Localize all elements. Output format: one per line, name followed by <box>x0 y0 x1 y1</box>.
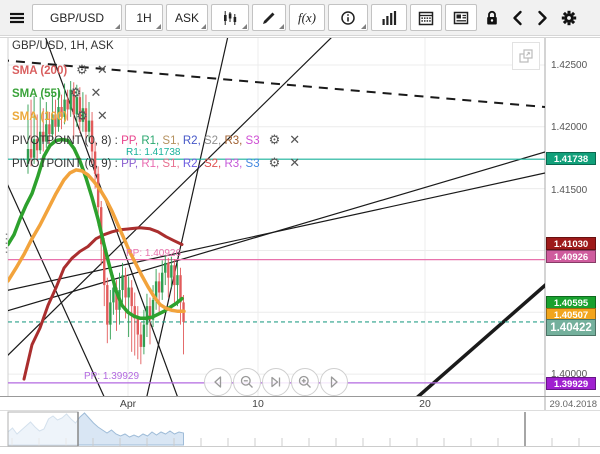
pan-right-button[interactable] <box>320 368 348 396</box>
pivot-token-s2: S2, <box>203 158 225 170</box>
pivot-token-r1: R1, <box>141 135 163 147</box>
chart-title: GBP/USD, 1H, ASK <box>12 40 114 52</box>
legend-indicator-row: SMA (100) ⚙ ✕ <box>12 108 108 124</box>
zoom-in-icon <box>298 375 311 388</box>
indicator-label: SMA (200) <box>12 65 68 77</box>
price-badge: 1.41030 <box>546 237 596 250</box>
price-badge: 1.41738 <box>546 152 596 165</box>
indicator-settings-icon[interactable]: ⚙ <box>76 108 88 123</box>
pivot-settings-icon[interactable]: ⚙ <box>269 155 281 170</box>
pivot-token-s3: S3 <box>245 158 260 170</box>
pivot-token-s2: S2, <box>203 135 225 147</box>
legend-indicator-row: SMA (55) ⚙ ✕ <box>12 85 101 101</box>
indicator-remove-icon[interactable]: ✕ <box>97 62 108 77</box>
pivot-token-pp: PP, <box>121 158 142 170</box>
trading-chart-app: GBP/USD 1H ASK f(x) GBP/USD, 1H, ASK SMA (2… <box>0 0 600 454</box>
navigator-masked-region <box>7 411 79 447</box>
pivot-token-pp: PP, <box>121 135 142 147</box>
pan-left-icon <box>214 376 222 388</box>
x-axis-label: 10 <box>252 398 264 410</box>
pivot-level-lines <box>8 158 545 384</box>
x-axis-label: Apr <box>119 398 137 410</box>
legend-pivot-row: PIVOTPOINT (0, 8) : PP, R1, S1, R2, S2, … <box>12 132 300 148</box>
indicator-remove-icon[interactable]: ✕ <box>97 108 108 123</box>
zoom-out-icon <box>240 375 253 388</box>
pivot-token-s1: S1, <box>162 135 183 147</box>
indicator-settings-icon[interactable]: ⚙ <box>70 85 82 100</box>
pivot-token-r2: R2, <box>182 158 204 170</box>
price-badge: 1.40926 <box>546 250 596 263</box>
pan-right-icon <box>330 376 338 388</box>
indicator-label: SMA (55) <box>12 88 61 100</box>
pivot-token-r3: R3, <box>224 158 246 170</box>
axis-date-label: 29.04.2018 <box>549 399 597 410</box>
pivot-line-label: PP: 1.40926 <box>126 247 182 259</box>
legend-pivot-row: PIVOTPOINT (0, 9) : PP, R1, S1, R2, S2, … <box>12 155 300 171</box>
popout-button[interactable] <box>512 42 540 70</box>
price-axis-label: 1.41500 <box>551 185 588 196</box>
price-axis-label: 1.42000 <box>551 122 588 133</box>
zoom-in-button[interactable] <box>291 368 319 396</box>
zoom-out-button[interactable] <box>233 368 261 396</box>
pivot-line-label: PP: 1.39929 <box>84 370 140 382</box>
indicator-label: SMA (100) <box>12 111 68 123</box>
price-badge: 1.40422 <box>546 319 596 336</box>
pivot-token-s1: S1, <box>162 158 183 170</box>
pivot-token-r2: R2, <box>182 135 204 147</box>
chart-drag-handle[interactable]: ⋮ ⋮ <box>0 232 13 262</box>
price-axis-label: 1.42500 <box>551 60 588 71</box>
navigator[interactable] <box>7 411 580 447</box>
legend-indicator-row: SMA (200) ⚙ ✕ <box>12 62 108 78</box>
pivot-token-r3: R3, <box>224 135 246 147</box>
pivot-label: PIVOTPOINT (0, 9) : <box>12 158 122 170</box>
x-axis-label: 20 <box>419 398 431 410</box>
skip-end-icon <box>271 376 281 388</box>
pivot-label: PIVOTPOINT (0, 8) : <box>12 135 122 147</box>
indicator-remove-icon[interactable]: ✕ <box>90 85 101 100</box>
pivot-token-r1: R1, <box>141 158 163 170</box>
pivot-remove-icon[interactable]: ✕ <box>289 155 300 170</box>
indicator-settings-icon[interactable]: ⚙ <box>76 62 88 77</box>
pivot-token-s3: S3 <box>245 135 260 147</box>
skip-end-button[interactable] <box>262 368 290 396</box>
pivot-remove-icon[interactable]: ✕ <box>289 132 300 147</box>
pivot-settings-icon[interactable]: ⚙ <box>269 132 281 147</box>
pan-left-button[interactable] <box>204 368 232 396</box>
price-badge: 1.39929 <box>546 377 596 390</box>
popout-icon <box>519 49 533 63</box>
